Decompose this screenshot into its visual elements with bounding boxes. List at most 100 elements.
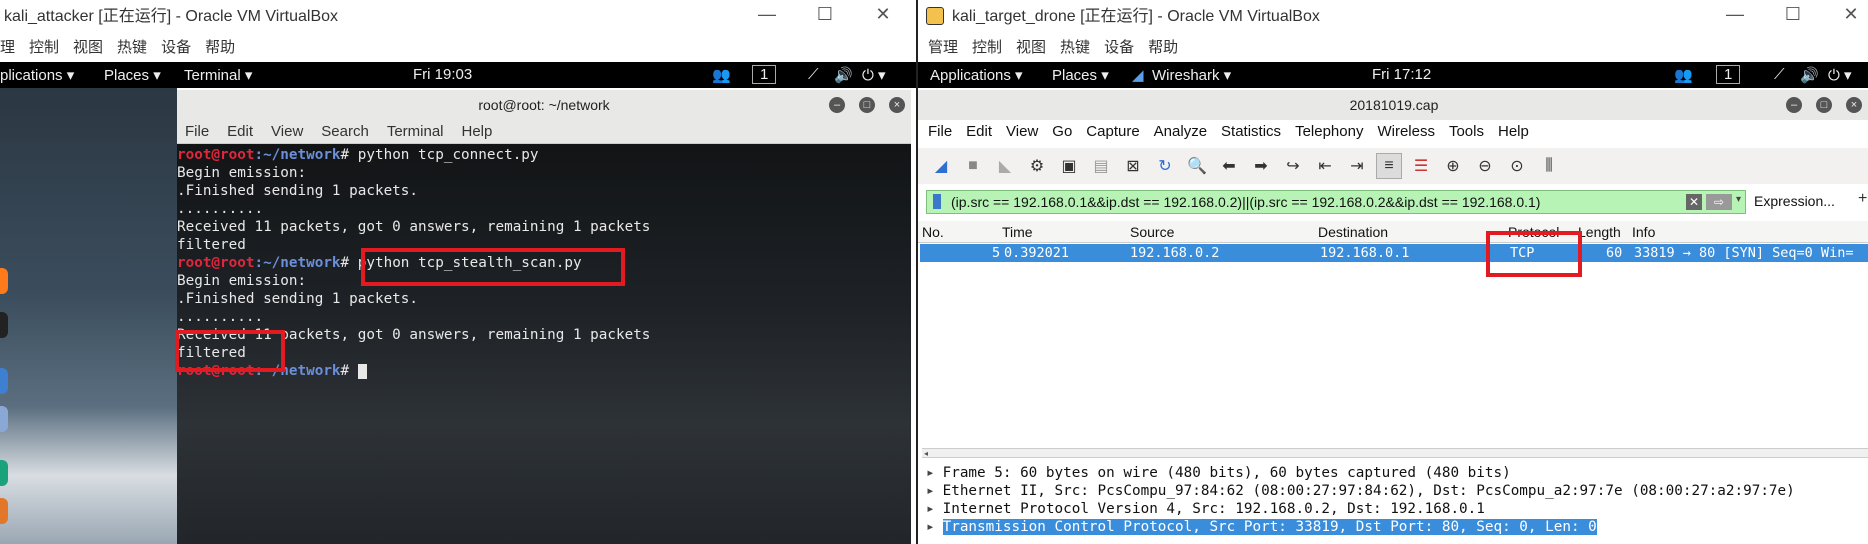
zoom-in-icon[interactable]: ⊕ (1440, 153, 1466, 179)
clear-filter-icon[interactable]: ✕ (1686, 194, 1702, 210)
ws-menu-telephony[interactable]: Telephony (1295, 120, 1363, 144)
applications-menu[interactable]: Applications ▾ (930, 66, 1023, 84)
expression-button[interactable]: Expression... (1754, 193, 1835, 209)
vbox-menu-item[interactable]: 理 (0, 36, 15, 60)
save-file-icon[interactable]: ▤ (1088, 153, 1114, 179)
find-packet-icon[interactable]: 🔍 (1184, 153, 1210, 179)
close-icon[interactable]: × (1846, 97, 1862, 113)
workspace-indicator[interactable]: 1 (752, 65, 777, 84)
restart-capture-icon[interactable]: ◣ (992, 153, 1018, 179)
apply-filter-icon[interactable]: ⇨ (1706, 194, 1732, 210)
maximize-icon[interactable]: □ (859, 97, 875, 113)
vbox-menu-item[interactable]: 控制 (972, 36, 1002, 60)
maximize-icon[interactable]: ☐ (810, 4, 840, 25)
clock[interactable]: Fri 17:12 (1372, 66, 1431, 83)
capture-options-icon[interactable]: ⚙ (1024, 153, 1050, 179)
maximize-icon[interactable]: □ (1816, 97, 1832, 113)
column-destination[interactable]: Destination (1318, 224, 1388, 240)
detail-tcp[interactable]: ▸ Transmission Control Protocol, Src Port… (926, 518, 1597, 536)
terminal-menu-search[interactable]: Search (321, 120, 369, 143)
dock-app-icon[interactable] (0, 406, 8, 432)
terminal-output[interactable]: root@root:~/network# python tcp_connect.… (175, 144, 911, 544)
vbox-menu-item[interactable]: 控制 (29, 36, 59, 60)
expand-arrow-icon[interactable]: ▸ (926, 465, 935, 481)
vbox-menu-item[interactable]: 设备 (161, 36, 191, 60)
autoscroll-icon[interactable]: ≡ (1376, 153, 1402, 179)
vbox-menu-item[interactable]: 热键 (1060, 36, 1090, 60)
detail-ethernet[interactable]: ▸ Ethernet II, Src: PcsCompu_97:84:62 (08… (926, 482, 1795, 500)
terminal-menu-help[interactable]: Help (462, 120, 493, 143)
column-time[interactable]: Time (1002, 224, 1033, 240)
packet-details-pane[interactable]: ▸ Frame 5: 60 bytes on wire (480 bits), 6… (918, 464, 1868, 544)
terminal-app-menu[interactable]: Terminal ▾ (184, 66, 252, 84)
expand-arrow-icon[interactable]: ▸ (926, 519, 935, 535)
dock-app-icon[interactable] (0, 460, 8, 486)
wireshark-app-menu[interactable]: Wireshark ▾ (1152, 66, 1231, 84)
expand-arrow-icon[interactable]: ▸ (926, 501, 935, 517)
column-source[interactable]: Source (1130, 224, 1174, 240)
horizontal-scrollbar[interactable]: ◂ (922, 448, 1868, 458)
detail-frame[interactable]: ▸ Frame 5: 60 bytes on wire (480 bits), 6… (926, 464, 1511, 482)
dock-files-icon[interactable] (0, 368, 8, 394)
vbox-menu-item[interactable]: 帮助 (205, 36, 235, 60)
scroll-left-icon[interactable]: ◂ (924, 449, 928, 458)
vbox-menu-item[interactable]: 热键 (117, 36, 147, 60)
ws-menu-edit[interactable]: Edit (966, 120, 992, 144)
go-forward-icon[interactable]: ➡ (1248, 153, 1274, 179)
vbox-menu-item[interactable]: 帮助 (1148, 36, 1178, 60)
add-filter-icon[interactable]: + (1858, 190, 1867, 208)
colorize-icon[interactable]: ☰ (1408, 153, 1434, 179)
maximize-icon[interactable]: ☐ (1778, 4, 1808, 25)
applications-menu[interactable]: plications ▾ (0, 66, 74, 84)
normal-size-icon[interactable]: ⊙ (1504, 153, 1530, 179)
clock[interactable]: Fri 19:03 (413, 66, 472, 83)
minimize-icon[interactable]: – (1786, 97, 1802, 113)
vbox-menu-item[interactable]: 设备 (1104, 36, 1134, 60)
vbox-menu-item[interactable]: 视图 (1016, 36, 1046, 60)
places-menu[interactable]: Places ▾ (1052, 66, 1109, 84)
ws-menu-analyze[interactable]: Analyze (1154, 120, 1207, 144)
ws-menu-view[interactable]: View (1006, 120, 1038, 144)
workspace-indicator[interactable]: 1 (1716, 65, 1741, 84)
dock-app-icon[interactable] (0, 498, 8, 524)
display-filter-input[interactable]: (ip.src == 192.168.0.1&&ip.dst == 192.16… (926, 190, 1746, 214)
close-icon[interactable]: × (889, 97, 905, 113)
terminal-menu-file[interactable]: File (185, 120, 209, 143)
stop-capture-icon[interactable]: ■ (960, 153, 986, 179)
terminal-menu-view[interactable]: View (271, 120, 303, 143)
close-icon[interactable]: ✕ (868, 4, 898, 25)
column-length[interactable]: Length (1578, 224, 1621, 240)
close-icon[interactable]: ✕ (1836, 4, 1866, 25)
filter-history-icon[interactable]: ▾ (1736, 194, 1741, 212)
ws-menu-wireless[interactable]: Wireless (1377, 120, 1435, 144)
terminal-menu-terminal[interactable]: Terminal (387, 120, 444, 143)
start-capture-icon[interactable]: ◢ (928, 153, 954, 179)
vbox-menu-item[interactable]: 视图 (73, 36, 103, 60)
minimize-icon[interactable]: — (1720, 4, 1750, 25)
first-packet-icon[interactable]: ⇤ (1312, 153, 1338, 179)
minimize-icon[interactable]: – (829, 97, 845, 113)
places-menu[interactable]: Places ▾ (104, 66, 161, 84)
go-back-icon[interactable]: ⬅ (1216, 153, 1242, 179)
ws-menu-file[interactable]: File (928, 120, 952, 144)
detail-ipv4[interactable]: ▸ Internet Protocol Version 4, Src: 192.1… (926, 500, 1485, 518)
close-file-icon[interactable]: ⊠ (1120, 153, 1146, 179)
dock-firefox-icon[interactable] (0, 268, 8, 294)
open-file-icon[interactable]: ▣ (1056, 153, 1082, 179)
resize-columns-icon[interactable]: ⫼ (1536, 153, 1562, 179)
column-info[interactable]: Info (1632, 224, 1655, 240)
minimize-icon[interactable]: — (752, 4, 782, 25)
vbox-menu-item[interactable]: 管理 (928, 36, 958, 60)
column-no[interactable]: No. (922, 224, 944, 240)
expand-arrow-icon[interactable]: ▸ (926, 483, 935, 499)
zoom-out-icon[interactable]: ⊖ (1472, 153, 1498, 179)
ws-menu-capture[interactable]: Capture (1086, 120, 1139, 144)
power-icon[interactable]: ⏻ ▾ (862, 66, 886, 84)
terminal-menu-edit[interactable]: Edit (227, 120, 253, 143)
reload-icon[interactable]: ↻ (1152, 153, 1178, 179)
bookmark-icon[interactable] (933, 194, 941, 209)
last-packet-icon[interactable]: ⇥ (1344, 153, 1370, 179)
go-to-packet-icon[interactable]: ↪ (1280, 153, 1306, 179)
ws-menu-go[interactable]: Go (1052, 120, 1072, 144)
dock-terminal-icon[interactable] (0, 312, 8, 338)
